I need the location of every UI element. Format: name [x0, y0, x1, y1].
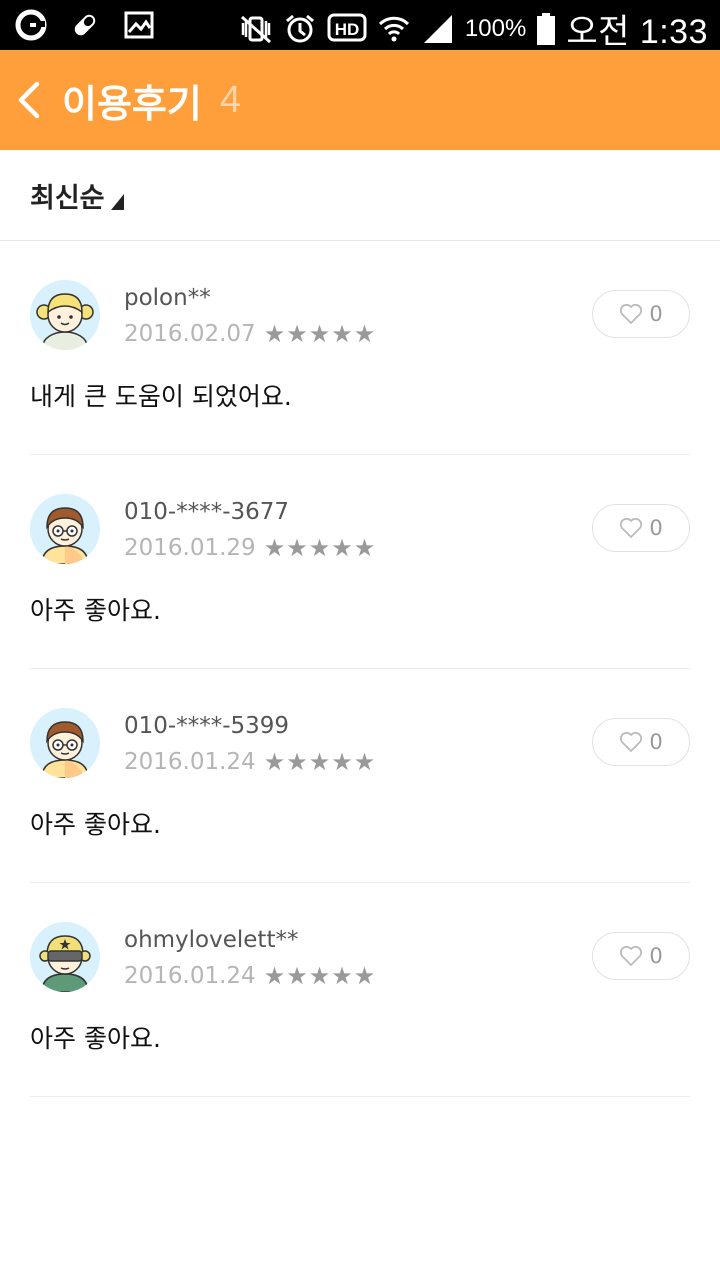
vibrate-mute-icon [240, 15, 271, 43]
review-item: 010-****-3677 2016.01.29 ★ ★ ★ ★ ★ 0 아주 좋아요. [30, 455, 690, 669]
star-rating: ★ ★ ★ ★ ★ [264, 322, 376, 346]
star-icon: ★ [263, 534, 286, 562]
star-icon: ★ [286, 534, 308, 562]
like-count: 0 [649, 516, 663, 540]
dropdown-triangle-icon [110, 194, 124, 210]
review-date: 2016.01.24 [124, 749, 256, 775]
svg-text:HD: HD [335, 20, 360, 39]
image-icon [124, 11, 154, 39]
star-icon: ★ [353, 320, 376, 348]
star-icon: ★ [331, 320, 353, 348]
like-button[interactable]: 0 [592, 932, 690, 980]
back-button[interactable] [0, 50, 60, 150]
star-icon: ★ [331, 962, 353, 990]
review-meta: 2016.01.24 ★ ★ ★ ★ ★ [124, 749, 375, 775]
review-item: ohmylovelett** 2016.01.24 ★ ★ ★ ★ ★ 0 아주 좋아요… [30, 883, 690, 1097]
like-button[interactable]: 0 [592, 290, 690, 338]
review-meta: 2016.01.24 ★ ★ ★ ★ ★ [124, 963, 375, 989]
heart-icon [620, 731, 643, 752]
alarm-icon [285, 14, 314, 42]
review-meta: 2016.01.29 ★ ★ ★ ★ ★ [124, 535, 375, 561]
review-date: 2016.01.29 [124, 535, 256, 561]
review-count: 4 [219, 78, 241, 121]
review-comment: 아주 좋아요. [30, 810, 161, 839]
star-icon: ★ [331, 748, 353, 776]
like-button[interactable]: 0 [592, 718, 690, 766]
page-title: 이용후기 [62, 83, 202, 126]
star-icon: ★ [353, 534, 376, 562]
star-icon: ★ [308, 962, 331, 990]
like-button[interactable]: 0 [592, 504, 690, 552]
review-item: 010-****-5399 2016.01.24 ★ ★ ★ ★ ★ 0 아주 좋아요. [30, 669, 690, 883]
battery-percent: 100% [464, 14, 527, 42]
boy-glasses-avatar-icon [30, 494, 100, 564]
star-icon: ★ [308, 534, 331, 562]
star-icon: ★ [263, 748, 286, 776]
girl-avatar-icon [30, 280, 100, 350]
status-right-icons: HD 100% 오전 1:33 [239, 4, 708, 53]
star-icon: ★ [353, 962, 376, 990]
review-comment: 내게 큰 도움이 되었어요. [30, 382, 292, 411]
sort-dropdown[interactable]: 최신순 [30, 176, 124, 215]
status-bar: HD 100% 오전 1:33 [0, 0, 720, 53]
heart-icon [620, 303, 643, 324]
star-rating: ★ ★ ★ ★ ★ [264, 964, 376, 988]
review-item: polon** 2016.02.07 ★ ★ ★ ★ ★ 0 내게 큰 도움이 되었어요… [30, 241, 690, 455]
star-icon: ★ [353, 748, 376, 776]
star-icon: ★ [286, 748, 308, 776]
like-count: 0 [649, 944, 663, 968]
like-count: 0 [649, 730, 663, 754]
hd-voice-icon: HD [327, 13, 367, 41]
star-rating: ★ ★ ★ ★ ★ [264, 536, 376, 560]
review-date: 2016.01.24 [124, 963, 256, 989]
review-username: 010-****-3677 [124, 499, 290, 525]
wifi-icon [378, 16, 409, 41]
review-username: polon** [124, 285, 211, 311]
heart-icon [620, 945, 643, 966]
battery-icon [537, 12, 556, 45]
star-icon: ★ [263, 320, 286, 348]
heart-icon [620, 517, 643, 538]
review-meta: 2016.02.07 ★ ★ ★ ★ ★ [124, 321, 375, 347]
chevron-left-icon [18, 81, 40, 119]
review-username: 010-****-5399 [124, 713, 290, 739]
review-username: ohmylovelett** [124, 927, 299, 953]
sort-bar: 최신순 [0, 150, 720, 241]
review-date: 2016.02.07 [124, 321, 256, 347]
app-header: 이용후기 4 [0, 50, 720, 150]
star-icon: ★ [331, 534, 353, 562]
visor-avatar-icon [30, 922, 100, 992]
sort-label: 최신순 [30, 182, 105, 214]
status-time: 오전 1:33 [566, 13, 708, 51]
star-icon: ★ [308, 748, 331, 776]
review-comment: 아주 좋아요. [30, 1024, 161, 1053]
like-count: 0 [649, 302, 663, 326]
star-icon: ★ [286, 962, 308, 990]
star-icon: ★ [308, 320, 331, 348]
star-icon: ★ [263, 962, 286, 990]
signal-icon [423, 14, 452, 43]
boy-glasses-avatar-icon [30, 708, 100, 778]
pill-icon [74, 14, 96, 36]
status-left-icons [14, 8, 156, 42]
review-comment: 아주 좋아요. [30, 596, 161, 625]
review-list: polon** 2016.02.07 ★ ★ ★ ★ ★ 0 내게 큰 도움이 되었어요… [30, 241, 690, 1097]
star-icon: ★ [286, 320, 308, 348]
star-rating: ★ ★ ★ ★ ★ [264, 750, 376, 774]
notification-app-icon [15, 9, 47, 41]
